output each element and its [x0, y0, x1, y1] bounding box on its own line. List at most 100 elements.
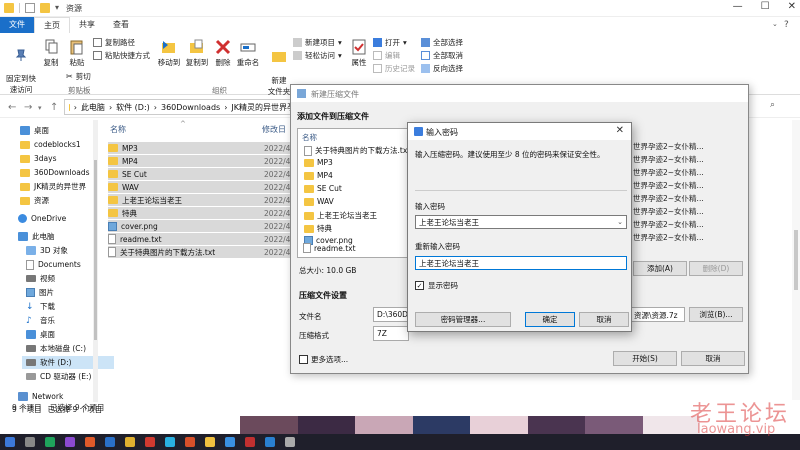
- copy-path-button[interactable]: 复制路径: [93, 37, 135, 48]
- new-folder-button[interactable]: 新建 文件夹: [266, 39, 292, 97]
- tab-view[interactable]: 查看: [104, 17, 138, 33]
- delete-button[interactable]: 删除(D): [689, 261, 743, 276]
- breadcrumb-this-pc[interactable]: 此电脑: [81, 102, 105, 113]
- breadcrumb-360downloads[interactable]: 360Downloads: [161, 103, 220, 112]
- column-header-date[interactable]: 修改日: [262, 124, 286, 135]
- app-icon[interactable]: [145, 437, 155, 447]
- minimize-icon[interactable]: —: [733, 1, 743, 12]
- column-header-name[interactable]: 名称: [110, 124, 126, 135]
- archive-app-icon[interactable]: [265, 437, 275, 447]
- archive-cancel-button[interactable]: 取消: [681, 351, 745, 366]
- add-button[interactable]: 添加(A): [633, 261, 687, 276]
- cancel-button[interactable]: 取消: [579, 312, 629, 327]
- address-box[interactable]: › 此电脑 › 软件 (D:) › 360Downloads › JK精灵的异世…: [64, 99, 296, 115]
- close-icon[interactable]: ✕: [616, 125, 624, 136]
- maximize-icon[interactable]: ☐: [761, 1, 770, 12]
- table-row[interactable]: SE Cut 2022/4/: [108, 168, 294, 180]
- edit-button[interactable]: 编辑: [373, 50, 400, 61]
- app-icon[interactable]: [225, 437, 235, 447]
- pin-button[interactable]: 固定到快 速访问: [6, 39, 36, 95]
- app-icon[interactable]: [245, 437, 255, 447]
- app-icon[interactable]: [125, 437, 135, 447]
- content-scrollbar[interactable]: [792, 120, 800, 400]
- tab-home[interactable]: 主页: [34, 17, 70, 33]
- help-icon[interactable]: ?: [784, 20, 789, 30]
- table-row[interactable]: WAV 2022/4/: [108, 181, 294, 193]
- list-item[interactable]: WAV: [304, 197, 334, 206]
- table-row[interactable]: MP3 2022/4/: [108, 142, 294, 154]
- more-options-checkbox[interactable]: 更多选项...: [299, 354, 348, 365]
- chevron-down-icon[interactable]: ▾: [55, 3, 63, 13]
- chevron-down-icon[interactable]: ⌄: [772, 20, 778, 28]
- password-manager-button[interactable]: 密码管理器...: [415, 312, 511, 327]
- search-icon[interactable]: [25, 437, 35, 447]
- folder-icon[interactable]: [4, 3, 14, 13]
- start-icon[interactable]: [5, 437, 15, 447]
- sidebar-item-3days[interactable]: 3days: [20, 152, 112, 165]
- back-icon[interactable]: ←: [8, 102, 16, 113]
- table-row[interactable]: MP4 2022/4/: [108, 155, 294, 167]
- breadcrumb-folder[interactable]: JK精灵的异世界孕: [231, 102, 295, 113]
- sidebar-item-resources[interactable]: 资源: [20, 194, 112, 207]
- app-icon[interactable]: [105, 437, 115, 447]
- properties-icon[interactable]: [25, 3, 35, 13]
- open-button[interactable]: 打开 ▾: [373, 37, 407, 48]
- app-icon[interactable]: [165, 437, 175, 447]
- rename-button[interactable]: 重命名: [236, 39, 260, 68]
- properties-button[interactable]: 属性: [349, 39, 369, 68]
- easy-access-button[interactable]: 轻松访问 ▾: [293, 50, 342, 61]
- list-item[interactable]: MP4: [304, 171, 333, 180]
- up-icon[interactable]: ↑: [50, 102, 58, 113]
- list-item[interactable]: 特典: [304, 223, 332, 234]
- table-row[interactable]: 上老王论坛当老王 2022/4/: [108, 194, 294, 206]
- start-button[interactable]: 开始(S): [613, 351, 677, 366]
- list-item[interactable]: 上老王论坛当老王: [304, 210, 377, 221]
- ok-button[interactable]: 确定: [525, 312, 575, 327]
- app-icon[interactable]: [285, 437, 295, 447]
- sidebar-scrollbar[interactable]: [93, 120, 98, 402]
- checkbox[interactable]: [299, 355, 308, 364]
- list-item[interactable]: readme.txt: [303, 243, 356, 253]
- filename-input-tail[interactable]: 资源\资源.7z: [631, 307, 685, 322]
- tab-share[interactable]: 共享: [70, 17, 104, 33]
- invert-select-button[interactable]: 反向选择: [421, 63, 463, 74]
- sidebar-item-desktop[interactable]: 桌面: [20, 124, 112, 137]
- forward-icon[interactable]: →: [24, 102, 32, 113]
- select-all-button[interactable]: 全部选择: [421, 37, 463, 48]
- list-item[interactable]: MP3: [304, 158, 333, 167]
- app-icon[interactable]: [85, 437, 95, 447]
- close-icon[interactable]: ✕: [788, 1, 796, 12]
- move-to-button[interactable]: 移动到: [157, 39, 181, 68]
- cut-button[interactable]: ✂ 剪切: [66, 71, 91, 82]
- table-row[interactable]: 特典 2022/4/: [108, 207, 294, 219]
- sidebar-item-jk[interactable]: JK精灵的异世界: [20, 180, 112, 193]
- breadcrumb-drive[interactable]: 软件 (D:): [116, 102, 150, 113]
- app-icon[interactable]: [45, 437, 55, 447]
- chevron-down-icon[interactable]: ⌄: [617, 218, 623, 226]
- new-folder-icon[interactable]: [40, 3, 50, 13]
- history-button[interactable]: 历史记录: [373, 63, 415, 74]
- browse-button[interactable]: 浏览(B)...: [689, 307, 743, 322]
- scroll-thumb[interactable]: [94, 160, 97, 340]
- paste-button[interactable]: 粘贴: [66, 39, 88, 68]
- tab-file[interactable]: 文件: [0, 17, 34, 33]
- reenter-password-input[interactable]: 上老王论坛当老王: [415, 256, 627, 270]
- search-icon[interactable]: ⌕: [770, 100, 775, 110]
- sidebar-item-drive-d[interactable]: 软件 (D:): [22, 356, 114, 369]
- new-item-button[interactable]: 新建项目 ▾: [293, 37, 342, 48]
- copy-button[interactable]: 复制: [40, 39, 62, 68]
- checkbox[interactable]: ✓: [415, 281, 424, 290]
- list-item[interactable]: SE Cut: [304, 184, 342, 193]
- table-row[interactable]: readme.txt 2022/4/: [108, 233, 294, 245]
- select-none-button[interactable]: 全部取消: [421, 50, 463, 61]
- list-item[interactable]: 关于特典图片的下载方法.txt: [304, 145, 410, 156]
- password-input[interactable]: 上老王论坛当老王 ⌄: [415, 215, 627, 229]
- visual-studio-icon[interactable]: [65, 437, 75, 447]
- format-select[interactable]: 7Z: [373, 326, 409, 341]
- app-icon[interactable]: [185, 437, 195, 447]
- sidebar-item-360downloads[interactable]: 360Downloads: [20, 166, 112, 179]
- archive-file-list[interactable]: 名称 关于特典图片的下载方法.txt MP3 MP4 SE Cut WAV 上老…: [297, 128, 412, 258]
- filename-input[interactable]: D:\360Do: [373, 307, 409, 322]
- delete-button[interactable]: 删除: [214, 39, 232, 68]
- paste-shortcut-button[interactable]: 粘贴快捷方式: [93, 50, 150, 61]
